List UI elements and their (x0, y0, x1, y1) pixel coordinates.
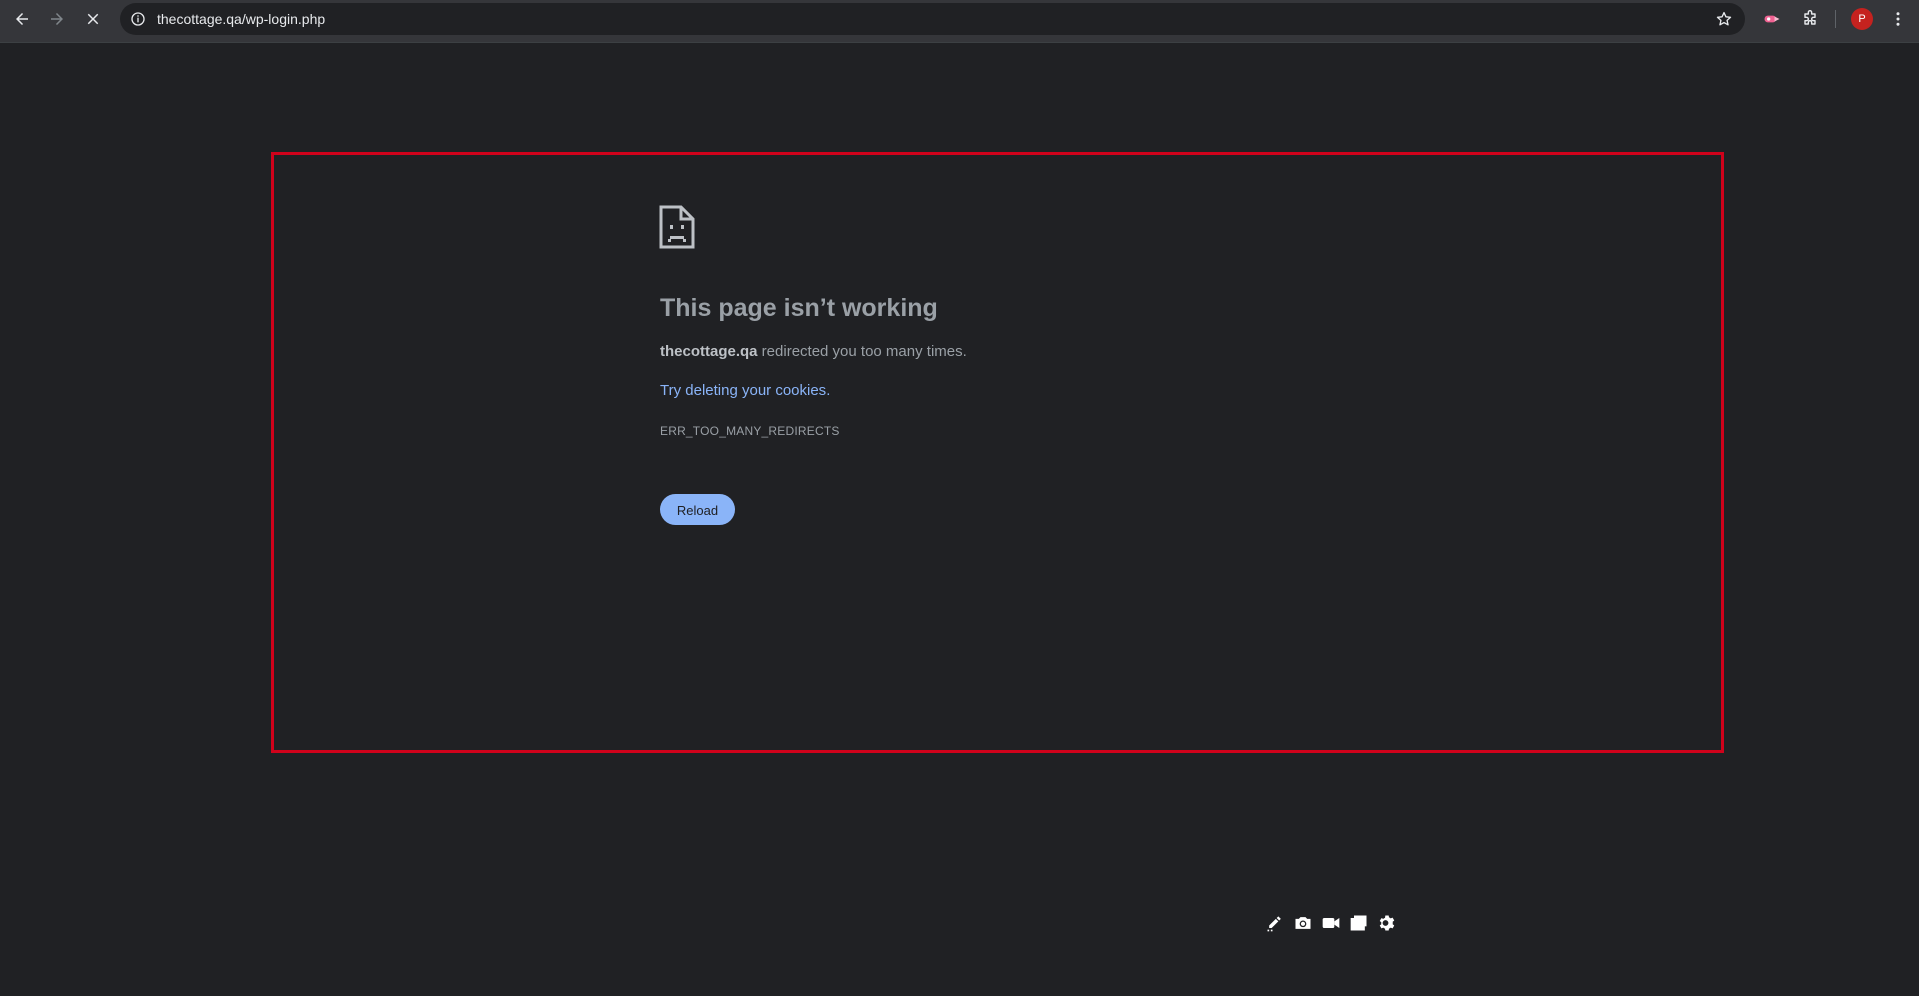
window-icon (1350, 915, 1367, 931)
browser-toolbar: thecottage.qa/wp-login.php P (0, 0, 1919, 43)
error-message-text: redirected you too many times. (757, 343, 967, 360)
puzzle-icon (1804, 10, 1816, 25)
address-bar[interactable]: thecottage.qa/wp-login.php (120, 3, 1745, 35)
edit-icon (1267, 916, 1281, 932)
record-video-button[interactable] (1320, 912, 1342, 934)
sad-document-icon (659, 205, 695, 249)
url-host: thecottage.qa (157, 11, 242, 27)
video-icon (1322, 918, 1340, 928)
arrow-left-icon (16, 13, 28, 25)
browser-menu-button[interactable] (1887, 8, 1909, 30)
suggestion-period: . (826, 382, 831, 399)
back-button[interactable] (7, 4, 37, 34)
highlight-box (271, 152, 1724, 753)
error-code: ERR_TOO_MANY_REDIRECTS (660, 424, 840, 438)
info-icon[interactable] (130, 11, 146, 27)
extension-icon (1764, 15, 1780, 23)
extension-button[interactable] (1761, 8, 1783, 30)
close-icon (87, 13, 99, 25)
delete-cookies-link[interactable]: Try deleting your cookies (660, 382, 826, 399)
stop-button[interactable] (78, 4, 108, 34)
star-icon[interactable] (1715, 10, 1733, 28)
more-vert-icon (1896, 12, 1900, 26)
camera-icon (1295, 917, 1311, 929)
edit-button[interactable] (1264, 912, 1286, 934)
gear-icon (1379, 915, 1395, 931)
url-path: /wp-login.php (241, 11, 326, 27)
arrow-right-icon (51, 13, 63, 25)
capture-settings-button[interactable] (1376, 912, 1398, 934)
window-capture-button[interactable] (1348, 912, 1370, 934)
error-title: This page isn’t working (660, 294, 938, 322)
screenshot-button[interactable] (1292, 912, 1314, 934)
extensions-menu-button[interactable] (1799, 8, 1821, 30)
error-suggestion: Try deleting your cookies. (660, 382, 830, 399)
address-url[interactable]: thecottage.qa/wp-login.php (157, 3, 325, 35)
forward-button[interactable] (42, 4, 72, 34)
reload-button[interactable]: Reload (660, 494, 735, 525)
error-message: thecottage.qa redirected you too many ti… (660, 343, 967, 360)
error-host: thecottage.qa (660, 343, 758, 360)
capture-toolbar (1264, 908, 1398, 938)
toolbar-separator (1835, 10, 1836, 28)
profile-avatar[interactable]: P (1851, 8, 1873, 30)
